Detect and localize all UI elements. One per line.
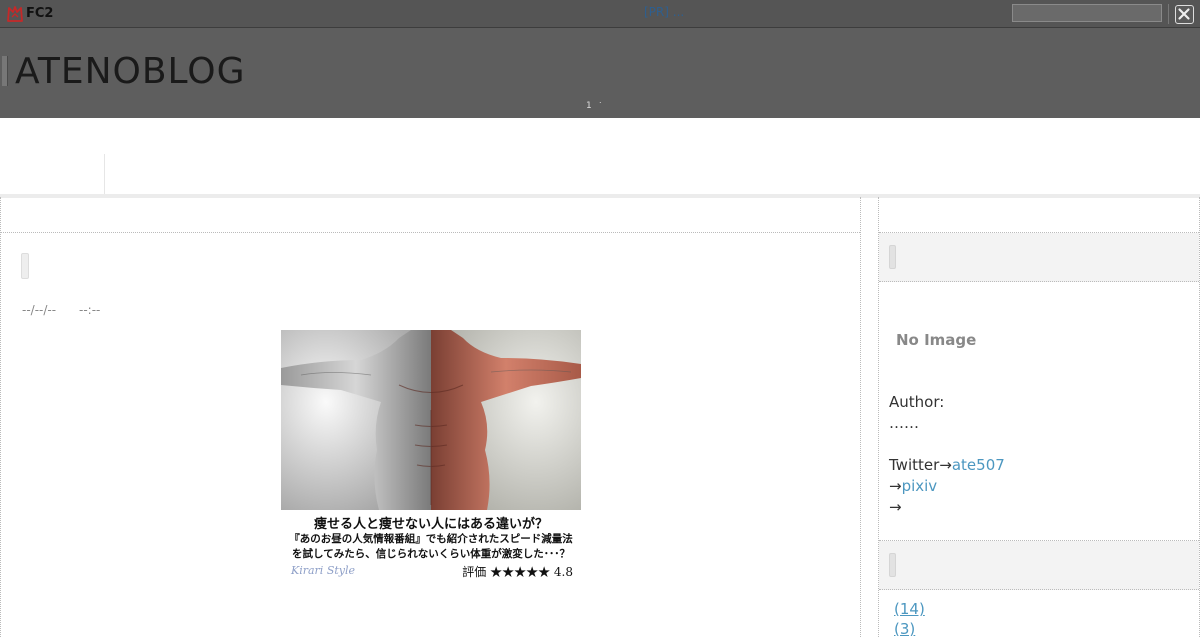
header-accent-bar — [2, 56, 8, 86]
pr-link[interactable]: [PR] ... — [644, 5, 684, 19]
sidebar-profile-header — [879, 233, 1199, 282]
blog-header: ATENOBLOG 1 . — [0, 28, 1200, 118]
pixiv-link[interactable]: pixiv — [902, 477, 938, 495]
close-button[interactable] — [1175, 5, 1194, 24]
fc2-fox-icon — [7, 5, 23, 22]
post-date: --/--/-- — [22, 303, 57, 317]
header-dot: . — [599, 96, 602, 105]
author-label: Author: — [889, 393, 945, 411]
post-title-marker — [21, 253, 29, 279]
ad-subtext-1: 『あのお昼の人気情報番組』でも紹介されたスピード減量法 — [289, 533, 573, 545]
pixiv-line: →pixiv — [889, 477, 937, 495]
nav-tab-home[interactable] — [0, 154, 105, 194]
fc2-toolbar: FC2 [PR] ... — [0, 0, 1200, 28]
twitter-line: Twitter→ate507 — [889, 456, 1005, 474]
fc2-logo-text: FC2 — [26, 6, 54, 21]
header-page-number: 1 — [586, 101, 592, 111]
ad-brand-logo: Kirari Style — [291, 564, 356, 577]
blog-title[interactable]: ATENOBLOG — [15, 51, 246, 92]
sidebar-category-header — [879, 541, 1199, 590]
category-item[interactable]: (3) — [894, 620, 915, 638]
close-icon — [1178, 8, 1190, 20]
ad-subtext-2: を試してみたら、信じられないくらい体重が激変した･･･？ — [292, 548, 570, 560]
toolbar-divider — [1168, 4, 1169, 24]
column-gap — [860, 197, 879, 637]
twitter-link[interactable]: ate507 — [952, 456, 1005, 474]
ad-headline: 痩せる人と痩せない人にはある違いが？ — [313, 517, 548, 532]
sidebar-header-marker — [889, 553, 896, 577]
main-column: --/--/-- --:-- 痩せる人と痩せない人にはある違いが？ 『あのお昼の… — [0, 197, 861, 637]
ad-banner[interactable]: 痩せる人と痩せない人にはある違いが？ 『あのお昼の人気情報番組』でも紹介されたス… — [281, 330, 581, 585]
sidebar-header-marker — [889, 245, 896, 269]
nav-bar — [0, 118, 1200, 198]
pixiv-arrow: → — [889, 477, 902, 495]
category-item[interactable]: (14) — [894, 600, 925, 618]
search-input[interactable] — [1012, 4, 1162, 22]
author-name: …… — [889, 414, 919, 432]
ad-rating: 評価 ★★★★★ 4.8 — [462, 565, 573, 579]
post-time: --:-- — [79, 303, 101, 317]
profile-section-end — [879, 528, 1199, 541]
extra-arrow: → — [889, 498, 902, 516]
sidebar-top-strip — [879, 197, 1199, 233]
twitter-label: Twitter→ — [889, 456, 952, 474]
fc2-logo[interactable]: FC2 — [6, 4, 53, 23]
profile-avatar-placeholder: No Image — [896, 331, 977, 349]
main-top-strip — [1, 197, 860, 233]
sidebar: No Image Author: …… Twitter→ate507 →pixi… — [879, 197, 1200, 638]
ad-body-image — [281, 330, 581, 510]
